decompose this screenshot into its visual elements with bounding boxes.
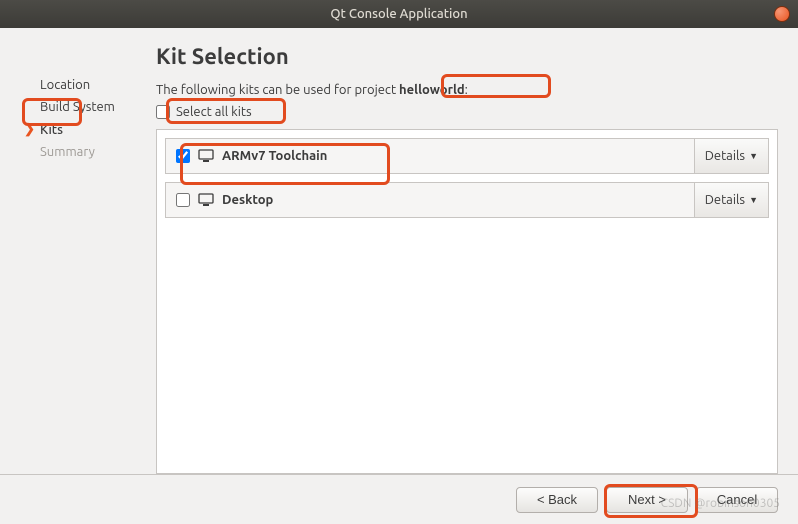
intro-text: The following kits can be used for proje… [156,83,778,97]
kit-details-button[interactable]: Details ▼ [694,139,768,173]
sidebar-item-summary: Summary [24,141,156,163]
monitor-icon [198,149,214,163]
kit-row-armv7: ARMv7 Toolchain Details ▼ [165,138,769,174]
intro-prefix: The following kits can be used for proje… [156,83,399,97]
next-button[interactable]: Next > [606,487,688,513]
kit-name: ARMv7 Toolchain [222,149,327,163]
select-all-kits-checkbox[interactable] [156,105,170,119]
kit-name: Desktop [222,193,273,207]
sidebar-item-kits[interactable]: ❯ Kits [24,118,156,141]
kit-row-desktop: Desktop Details ▼ [165,182,769,218]
kit-checkbox[interactable] [176,149,190,163]
chevron-down-icon: ▼ [749,151,758,161]
back-button[interactable]: < Back [516,487,598,513]
select-all-label: Select all kits [176,105,252,119]
sidebar-item-build-system[interactable]: Build System [24,96,156,118]
window-title: Qt Console Application [330,7,467,21]
details-label: Details [705,149,745,163]
sidebar-item-label: Summary [40,145,95,159]
wizard-footer: < Back Next > Cancel [0,474,798,524]
chevron-down-icon: ▼ [749,195,758,205]
sidebar-item-label: Build System [40,100,115,114]
page-title: Kit Selection [156,44,778,69]
kit-details-button[interactable]: Details ▼ [694,183,768,217]
titlebar: Qt Console Application [0,0,798,28]
sidebar-item-label: Kits [40,123,63,137]
intro-suffix: : [465,83,468,97]
wizard-body: Location Build System ❯ Kits Summary Kit… [0,28,798,474]
sidebar-item-label: Location [40,78,90,92]
arrow-icon: ❯ [24,122,36,137]
kit-checkbox[interactable] [176,193,190,207]
select-all-kits-row[interactable]: Select all kits [156,105,778,119]
monitor-icon [198,193,214,207]
kit-select-area[interactable]: Desktop [166,183,694,217]
wizard-main: Kit Selection The following kits can be … [156,44,778,474]
wizard-sidebar: Location Build System ❯ Kits Summary [24,44,156,474]
cancel-button[interactable]: Cancel [696,487,778,513]
details-label: Details [705,193,745,207]
project-name: helloworld [399,83,465,97]
kit-select-area[interactable]: ARMv7 Toolchain [166,139,694,173]
sidebar-item-location[interactable]: Location [24,74,156,96]
kits-panel: ARMv7 Toolchain Details ▼ Desktop Detail… [156,129,778,474]
close-icon[interactable] [774,6,790,22]
